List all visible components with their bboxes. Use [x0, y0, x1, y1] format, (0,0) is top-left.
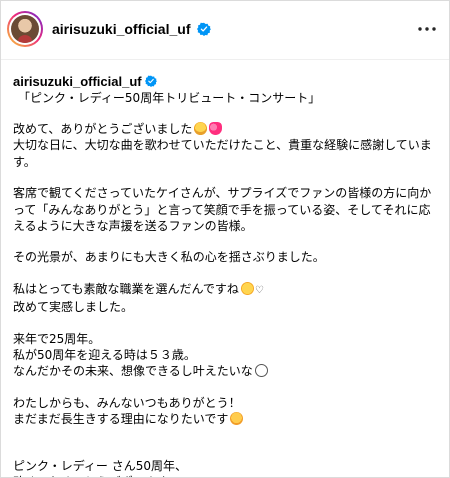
post-header: airisuzuki_official_uf [1, 1, 449, 60]
caption-line-thanks-fans-text: わたしからも、みんないつもありがとう！ まだまだ長生きする理由になりたいです [13, 395, 241, 427]
grinning-face-emoji-icon [230, 412, 244, 426]
caption-line-gratitude: 大切な日に、大切な曲を歌わせていただけたこと、貴重な経験に感謝しています。 [13, 138, 432, 169]
caption-line-thanks-fans: わたしからも、みんないつもありがとう！ まだまだ長生きする理由になりたいです [13, 395, 439, 428]
caption-line-congrats: ピンク・レディー さん50周年、 改めておめでとうございます‼︎ [13, 458, 188, 477]
smiling-face-emoji-icon [254, 364, 268, 378]
caption-line-realized: 改めて実感しました。 [13, 300, 134, 315]
crying-face-emoji-icon [194, 122, 208, 135]
header-username-text[interactable]: airisuzuki_official_uf [52, 21, 190, 37]
verified-badge-icon [197, 22, 212, 36]
caption-line-audience: 客席で観てくださっていたケイさんが、サプライズでファンの皆様の方に向かって「みん… [13, 186, 432, 234]
caption-line-career: 私はとっても素敵な職業を選んだんですね ♡ [13, 281, 439, 299]
sparkling-heart-emoji-icon [209, 122, 223, 135]
caption-line-thanks-text: 改めて、ありがとうございました [13, 122, 193, 136]
caption-username[interactable]: airisuzuki_official_uf [13, 74, 142, 89]
caption-line-career-text: 私はとっても素敵な職業を選んだんですね [13, 281, 239, 296]
post-caption: airisuzuki_official_uf 「ピンク・レディー50周年トリビュ… [13, 59, 439, 477]
heart-symbol: ♡ [254, 284, 264, 296]
more-options-icon[interactable] [415, 17, 439, 41]
caption-line-thanks: 改めて、ありがとうございました [13, 121, 439, 137]
caption-scroll-area[interactable]: airisuzuki_official_uf 「ピンク・レディー50周年トリビュ… [1, 59, 449, 477]
caption-line-anniversary-text: 来年で25周年。 私が50周年を迎える時は５３歳。 なんだかその未来、想像できる… [13, 331, 253, 379]
caption-title: 「ピンク・レディー50周年トリビュート・コンサート」 [18, 91, 321, 105]
verified-badge-icon [144, 75, 157, 87]
caption-line-anniversary: 来年で25周年。 私が50周年を迎える時は５３歳。 なんだかその未来、想像できる… [13, 331, 439, 380]
avatar-story-ring[interactable] [7, 11, 43, 47]
caption-line-scene: その光景が、あまりにも大きく私の心を揺さぶりました。 [13, 250, 325, 265]
post-detail-panel: airisuzuki_official_uf airisuzuki_offici… [0, 0, 450, 478]
avatar [11, 15, 39, 43]
header-username[interactable]: airisuzuki_official_uf [52, 20, 212, 38]
flushed-face-emoji-icon [240, 281, 254, 295]
